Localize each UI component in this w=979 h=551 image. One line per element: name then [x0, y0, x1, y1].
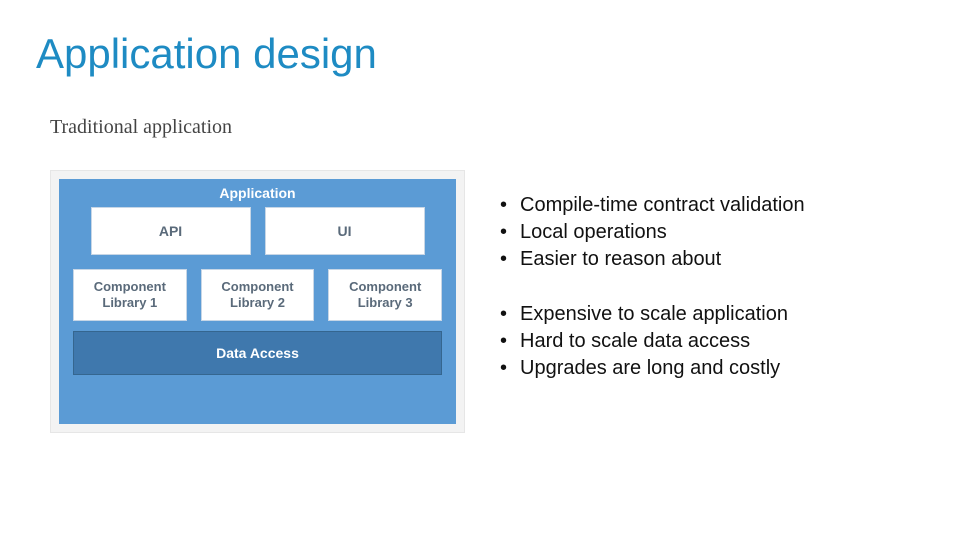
diagram-row-top: API UI: [73, 207, 442, 255]
list-item: Expensive to scale application: [498, 301, 938, 328]
box-ui: UI: [265, 207, 425, 255]
diagram-row-bottom: Data Access: [73, 331, 442, 375]
box-data-access: Data Access: [73, 331, 442, 375]
diagram-header: Application: [73, 183, 442, 207]
list-item: Local operations: [498, 219, 938, 246]
list-item: Upgrades are long and costly: [498, 355, 938, 382]
diagram-container: Application API UI Component Library 1 C…: [50, 170, 465, 433]
pros-list: Compile-time contract validation Local o…: [498, 192, 938, 273]
list-item: Easier to reason about: [498, 246, 938, 273]
list-item: Compile-time contract validation: [498, 192, 938, 219]
diagram-row-mid: Component Library 1 Component Library 2 …: [73, 269, 442, 321]
box-component-2: Component Library 2: [201, 269, 315, 321]
box-component-1: Component Library 1: [73, 269, 187, 321]
slide-subtitle: Traditional application: [50, 116, 232, 139]
box-component-3: Component Library 3: [328, 269, 442, 321]
box-api: API: [91, 207, 251, 255]
slide-title: Application design: [36, 30, 377, 78]
cons-list: Expensive to scale application Hard to s…: [498, 301, 938, 382]
list-item: Hard to scale data access: [498, 328, 938, 355]
application-diagram: Application API UI Component Library 1 C…: [59, 179, 456, 424]
bullet-section: Compile-time contract validation Local o…: [498, 192, 938, 410]
